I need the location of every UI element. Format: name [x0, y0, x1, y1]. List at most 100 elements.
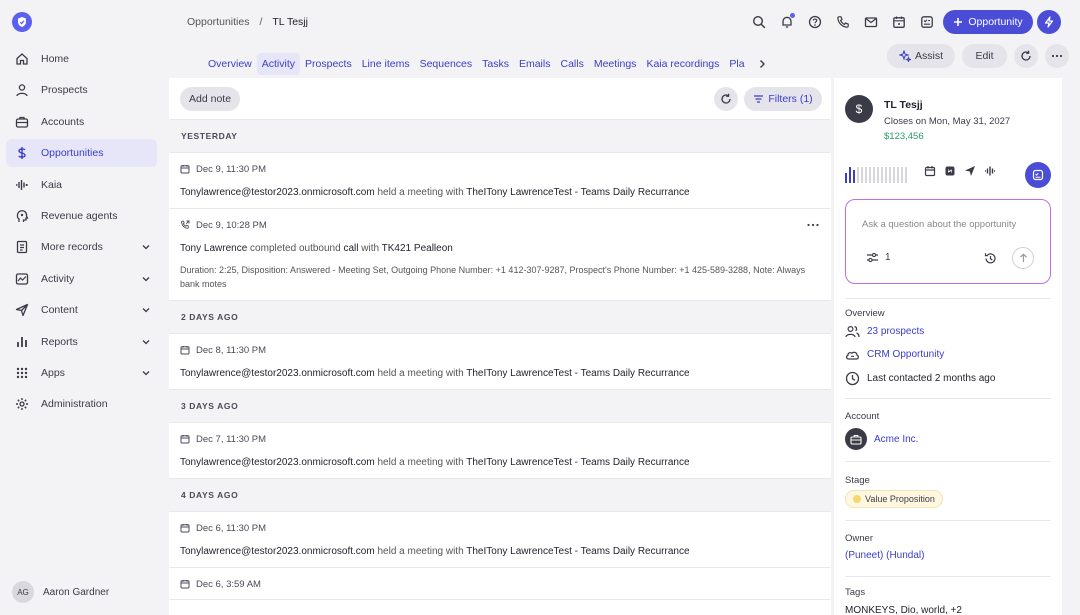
- tags-value[interactable]: MONKEYS, Dio, world, +2: [845, 605, 962, 615]
- activity-target[interactable]: TheITony LawrenceTest: [466, 187, 572, 198]
- chevron-down-icon[interactable]: [141, 337, 151, 347]
- tab-tasks[interactable]: Tasks: [477, 53, 514, 75]
- activity-time: Dec 7, 11:30 PM: [196, 433, 267, 445]
- sidebar-item-home[interactable]: Home: [6, 45, 157, 73]
- person-icon: [14, 83, 29, 98]
- chevron-down-icon[interactable]: [141, 274, 151, 284]
- activity-actor[interactable]: Tonylawrence@testor2023.onmicrosoft.com: [180, 368, 375, 379]
- crm-opportunity-link[interactable]: CRM Opportunity: [867, 349, 944, 360]
- sidebar-item-apps[interactable]: Apps: [6, 359, 157, 387]
- chevron-down-icon[interactable]: [141, 305, 151, 315]
- activity-icon: [14, 271, 29, 286]
- chevron-down-icon[interactable]: [141, 242, 151, 252]
- tab-sequences[interactable]: Sequences: [415, 53, 478, 75]
- home-icon: [14, 52, 29, 67]
- ask-question-box[interactable]: Ask a question about the opportunity 1: [845, 199, 1051, 284]
- tab-calls[interactable]: Calls: [555, 53, 588, 75]
- sidebar-item-accounts[interactable]: Accounts: [6, 108, 157, 136]
- tab-meetings[interactable]: Meetings: [589, 53, 642, 75]
- add-note-button[interactable]: Add note: [180, 87, 241, 111]
- sidebar-item-kaia[interactable]: Kaia: [6, 171, 157, 199]
- activity-actor[interactable]: Tonylawrence@testor2023.onmicrosoft.com: [180, 187, 375, 198]
- search-icon[interactable]: [750, 13, 768, 31]
- header-toolbar: [750, 13, 936, 31]
- activity-item[interactable]: Dec 6, 3:59 AM: [169, 568, 831, 600]
- activity-feed: Add note Filters (1) YESTERDAY Dec 9, 11…: [169, 78, 831, 615]
- sidebar-item-opportunities[interactable]: Opportunities: [6, 139, 157, 168]
- tab-activity[interactable]: Activity: [256, 53, 301, 75]
- submit-question-button[interactable]: [1012, 247, 1034, 269]
- assist-button[interactable]: Assist: [887, 44, 956, 68]
- prospects-link[interactable]: 23 prospects: [867, 326, 924, 337]
- stage-badge[interactable]: Value Proposition: [845, 490, 943, 508]
- calendar-icon: [180, 524, 190, 533]
- activity-item[interactable]: Dec 9, 11:30 PM Tonylawrence@testor2023.…: [169, 153, 831, 209]
- owner-link[interactable]: (Puneet) (Hundal): [845, 550, 924, 561]
- activity-target[interactable]: TheITony LawrenceTest: [466, 546, 572, 557]
- assist-label: Assist: [915, 50, 944, 62]
- tab-emails[interactable]: Emails: [514, 53, 556, 75]
- activity-actor[interactable]: Tonylawrence@testor2023.onmicrosoft.com: [180, 457, 375, 468]
- breadcrumb-parent[interactable]: Opportunities: [187, 16, 249, 28]
- activity-item[interactable]: Dec 6, 11:30 PM Tonylawrence@testor2023.…: [169, 512, 831, 568]
- sidebar-item-more-records[interactable]: More records: [6, 233, 157, 261]
- activity-target[interactable]: TheITony LawrenceTest: [466, 457, 572, 468]
- more-actions-button[interactable]: [1045, 44, 1070, 68]
- phone-icon[interactable]: [834, 13, 852, 31]
- bell-icon[interactable]: [778, 13, 796, 31]
- refresh-feed-button[interactable]: [714, 87, 738, 111]
- activity-actor[interactable]: Tony Lawrence: [180, 243, 247, 254]
- history-icon[interactable]: [984, 252, 997, 265]
- filters-button[interactable]: Filters (1): [744, 87, 822, 111]
- activity-target[interactable]: TheITony LawrenceTest: [466, 368, 572, 379]
- sidebar-item-content[interactable]: Content: [6, 296, 157, 324]
- tab-prospects[interactable]: Prospects: [300, 53, 357, 75]
- mail-icon[interactable]: [862, 13, 880, 31]
- user-profile[interactable]: AG Aaron Gardner: [12, 581, 109, 603]
- record-details-panel: $ TL Tesjj Closes on Mon, May 31, 2027 $…: [834, 78, 1062, 615]
- ai-panel-button[interactable]: [1025, 162, 1051, 188]
- sidebar-nav: Home Prospects Accounts Opportunities Ka…: [6, 45, 157, 422]
- sidebar-item-activity[interactable]: Activity: [6, 265, 157, 293]
- edit-button[interactable]: Edit: [962, 44, 1008, 68]
- account-link[interactable]: Acme Inc.: [874, 434, 918, 445]
- tasks-icon[interactable]: [918, 13, 936, 31]
- help-icon[interactable]: [806, 13, 824, 31]
- sidebar-item-administration[interactable]: Administration: [6, 390, 157, 418]
- sequence-icon[interactable]: [944, 165, 956, 177]
- item-menu-icon[interactable]: [806, 222, 820, 228]
- activity-item[interactable]: Dec 8, 11:30 PM Tonylawrence@testor2023.…: [169, 334, 831, 390]
- sidebar-item-revenue-agents[interactable]: Revenue agents: [6, 202, 157, 230]
- chevron-down-icon[interactable]: [141, 368, 151, 378]
- tab-plays[interactable]: Pla: [724, 53, 749, 75]
- refresh-button[interactable]: [1014, 44, 1039, 68]
- calendar-icon[interactable]: [924, 165, 936, 177]
- activity-item[interactable]: Dec 7, 11:30 PM Tonylawrence@testor2023.…: [169, 423, 831, 479]
- context-filter-button[interactable]: 1: [866, 252, 891, 263]
- user-name: Aaron Gardner: [43, 586, 110, 598]
- refresh-icon: [721, 93, 731, 104]
- stage-dot: [853, 495, 861, 503]
- waveform-icon[interactable]: [984, 165, 996, 177]
- app-logo-icon[interactable]: [12, 12, 32, 32]
- tab-line-items[interactable]: Line items: [357, 53, 415, 75]
- sidebar-item-prospects[interactable]: Prospects: [6, 76, 157, 104]
- tab-overview[interactable]: Overview: [203, 53, 257, 75]
- sparkle-icon: [899, 50, 911, 62]
- sidebar-item-reports[interactable]: Reports: [6, 328, 157, 356]
- activity-time: Dec 9, 10:28 PM: [196, 219, 267, 231]
- activity-actor[interactable]: Tonylawrence@testor2023.onmicrosoft.com: [180, 546, 375, 557]
- chevron-right-icon[interactable]: [756, 58, 768, 70]
- dollar-icon: $: [845, 95, 873, 123]
- new-opportunity-button[interactable]: Opportunity: [943, 10, 1033, 34]
- activity-suffix: - Teams Daily Recurrance: [574, 457, 690, 468]
- tab-kaia-recordings[interactable]: Kaia recordings: [641, 53, 724, 75]
- divider: [845, 461, 1051, 462]
- sidebar-item-label: Apps: [41, 366, 65, 379]
- activity-target[interactable]: TK421 Pealleon: [382, 243, 453, 254]
- filter-icon: [754, 95, 764, 103]
- send-icon[interactable]: [964, 165, 976, 177]
- quick-actions-button[interactable]: [1037, 10, 1061, 34]
- activity-item[interactable]: Dec 9, 10:28 PM Tony Lawrence completed …: [169, 209, 831, 301]
- calendar-icon[interactable]: [890, 13, 908, 31]
